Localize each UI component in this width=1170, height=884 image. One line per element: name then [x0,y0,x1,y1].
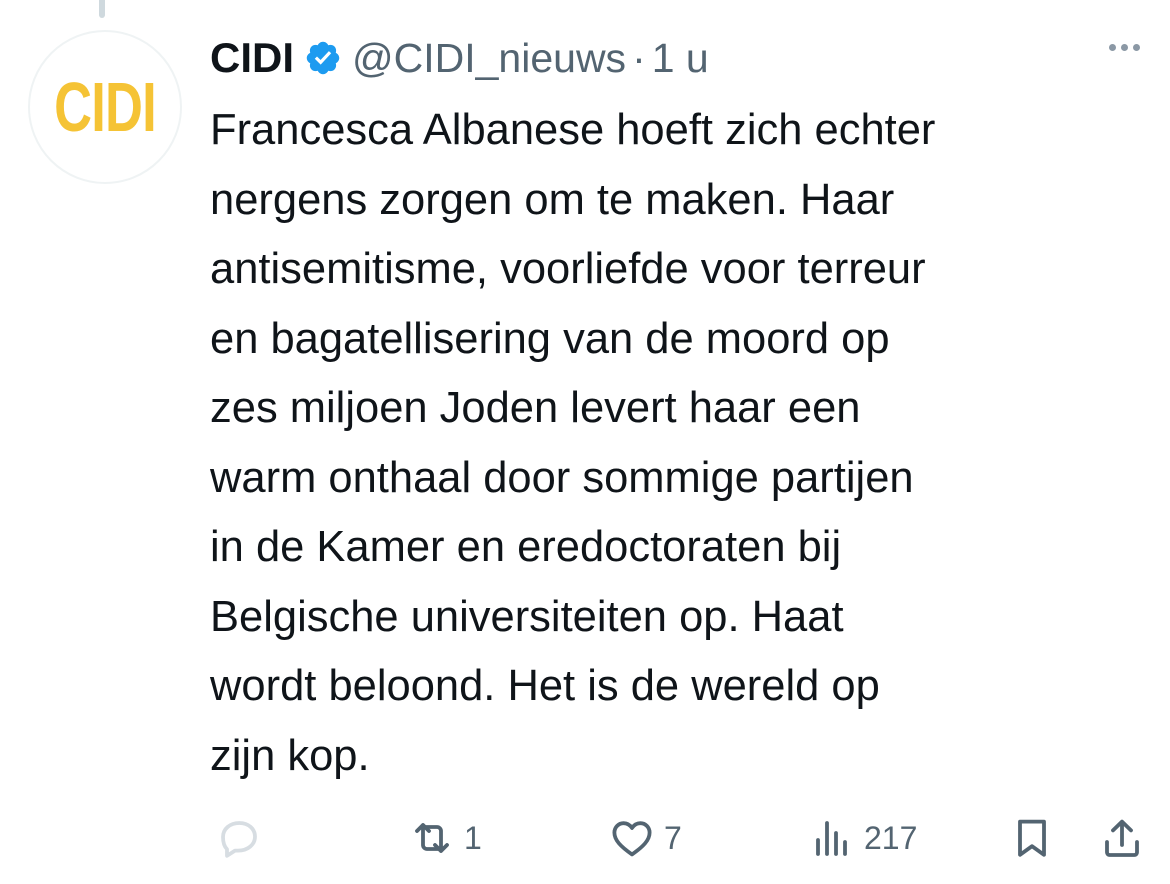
like-button[interactable]: 7 [608,808,682,868]
author-handle[interactable]: @CIDI_nieuws [352,35,626,82]
tweet-line: antisemitisme, voorliefde voor terreur [210,245,926,293]
thread-line [99,0,105,18]
avatar-logo-text: CIDI [54,68,156,146]
tweet-text: Francesca Albanese hoeft zich echter ner… [210,96,1140,791]
tweet-line: wordt beloond. Het is de wereld op [210,662,880,710]
views-button[interactable]: 217 [808,808,917,868]
tweet-line: Belgische universiteiten op. Haat [210,592,844,641]
retweet-count: 1 [464,819,482,856]
heart-icon [612,821,652,857]
retweet-icon [415,823,449,853]
tweet-line: warm onthaal door sommige partijen [210,453,914,502]
like-count: 7 [664,819,682,856]
tweet-line: Francesca Albanese hoeft zich echter [210,106,936,154]
separator-dot: · [632,34,646,81]
share-button[interactable] [1098,808,1146,868]
share-icon [1105,819,1139,857]
retweet-button[interactable]: 1 [408,808,482,868]
tweet-line: zes miljoen Joden levert haar een [210,384,861,432]
tweet-line: zijn kop. [210,731,370,780]
tweet-line: nergens zorgen om te maken. Haar [210,175,895,224]
timestamp[interactable]: 1 u [652,35,709,82]
tweet-line: en bagatellisering van de moord op [210,314,890,363]
author-name[interactable]: CIDI [210,34,294,82]
tweet-header: CIDI @CIDI_nieuws · 1 u [210,30,1130,86]
avatar[interactable]: CIDI [28,30,182,184]
views-icon [816,821,847,856]
action-bar: 1 7 217 [210,808,1150,868]
verified-badge-icon [306,41,340,75]
tweet-line: in de Kamer en eredoctoraten bij [210,523,842,571]
reply-button[interactable] [215,808,271,868]
bookmark-icon [1018,819,1046,857]
reply-icon [221,821,257,858]
more-icon[interactable] [1109,44,1140,51]
views-count: 217 [864,819,918,856]
bookmark-button[interactable] [1008,808,1056,868]
